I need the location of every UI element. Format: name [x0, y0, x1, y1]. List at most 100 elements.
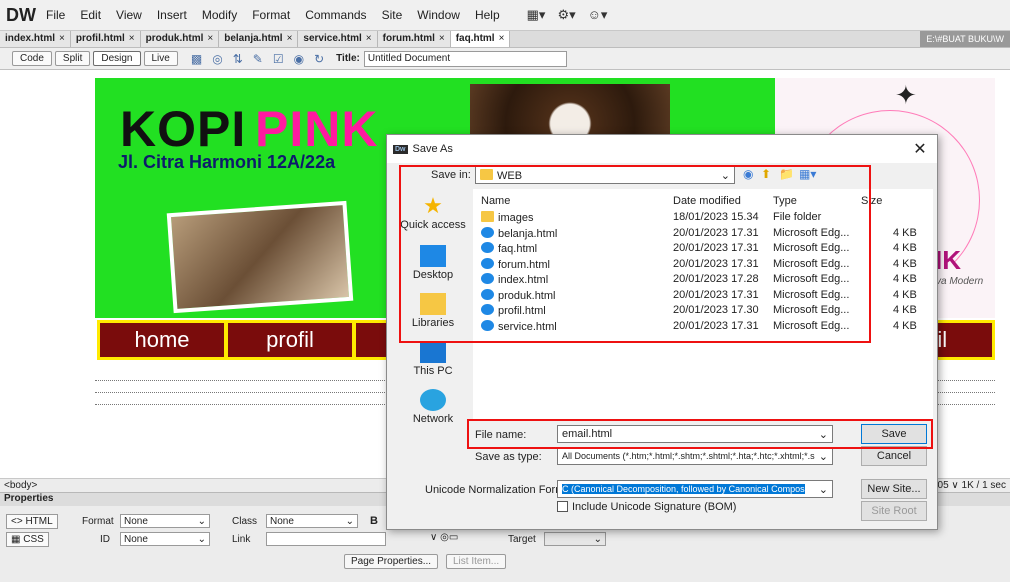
target-select[interactable]: ⌄	[544, 532, 606, 546]
class-select-value: None	[270, 515, 294, 527]
css-tab-label: CSS	[23, 534, 44, 545]
close-icon[interactable]: ×	[207, 33, 213, 44]
menu-edit[interactable]: Edit	[80, 8, 101, 22]
bold-button[interactable]: B	[370, 515, 378, 527]
file-size-text: 4 KB	[893, 273, 917, 285]
users-icon[interactable]: ☺▾	[588, 7, 608, 23]
document-tabs: index.html × profil.html × produk.html × be…	[0, 30, 1010, 48]
chevron-down-icon: ⌄	[818, 483, 828, 496]
chevron-down-icon: ⌄	[345, 515, 354, 527]
tab-profil[interactable]: profil.html ×	[70, 31, 141, 47]
tag-selector[interactable]: <body>	[4, 480, 37, 491]
place-network[interactable]: Network	[395, 389, 471, 425]
file-management-icon[interactable]: ⇅	[233, 52, 243, 66]
chevron-down-icon: ⌄	[197, 533, 206, 545]
css-properties-tab[interactable]: ▦ CSS	[6, 532, 49, 547]
design-view-button[interactable]: Design	[93, 51, 141, 66]
format-select[interactable]: None ⌄	[120, 514, 210, 528]
preview-icon[interactable]: ◎	[212, 52, 222, 66]
link-input[interactable]	[266, 532, 386, 546]
bom-checkbox[interactable]: Include Unicode Signature (BOM)	[557, 501, 736, 513]
close-icon[interactable]: ×	[287, 33, 293, 44]
link-label: Link	[232, 534, 251, 545]
validate-icon[interactable]: ☑	[273, 52, 284, 66]
nav-home[interactable]: home	[100, 323, 224, 357]
menu-commands[interactable]: Commands	[305, 8, 366, 22]
brand-title-pink: PINK	[255, 101, 379, 157]
link-controls-icon[interactable]: ∨ ◎▭	[430, 532, 458, 543]
tab-service[interactable]: service.html ×	[298, 31, 378, 47]
highlight-box-file-name	[467, 419, 933, 449]
list-item-button[interactable]: List Item...	[446, 554, 507, 569]
unicode-form-value: C (Canonical Decomposition, followed by …	[562, 484, 805, 494]
tab-belanja[interactable]: belanja.html ×	[219, 31, 299, 47]
menu-modify[interactable]: Modify	[202, 8, 237, 22]
menu-format[interactable]: Format	[252, 8, 290, 22]
file-size: 4 KB	[893, 273, 917, 285]
split-view-button[interactable]: Split	[54, 51, 91, 66]
close-icon[interactable]: ×	[439, 33, 445, 44]
brand-address: Jl. Citra Harmoni 12A/22a	[118, 152, 336, 172]
html-properties-tab[interactable]: <> HTML	[6, 514, 58, 529]
chevron-down-icon: ⌄	[818, 450, 828, 463]
tab-label: produk.html	[145, 33, 204, 44]
menu-help[interactable]: Help	[475, 8, 500, 22]
file-size-text: 4 KB	[893, 304, 917, 316]
computer-icon	[420, 341, 446, 363]
tab-label: profil.html	[75, 33, 125, 44]
menu-window[interactable]: Window	[417, 8, 460, 22]
id-label: ID	[100, 534, 110, 545]
tab-faq[interactable]: faq.html ×	[450, 31, 511, 47]
site-root-button[interactable]: Site Root	[861, 501, 927, 521]
save-as-dialog: Dw Save As ✕ Save in: WEB ⌄ ◉ ⬆ 📁 ▦▾ ★ Q…	[386, 134, 938, 530]
menu-file[interactable]: File	[46, 8, 65, 22]
place-label: Network	[412, 413, 454, 425]
place-label: This PC	[413, 365, 453, 377]
code-view-button[interactable]: Code	[12, 51, 52, 66]
nav-profil[interactable]: profil	[228, 323, 352, 357]
tab-produk[interactable]: produk.html ×	[140, 31, 220, 47]
layout-icon[interactable]: ▦▾	[527, 7, 546, 23]
menu-site[interactable]: Site	[382, 8, 403, 22]
menu-view[interactable]: View	[116, 8, 142, 22]
check-browser-icon[interactable]: ◉	[294, 52, 304, 66]
cancel-button[interactable]: Cancel	[861, 446, 927, 466]
dreamweaver-icon: Dw	[393, 144, 408, 154]
coffee-table-photo	[166, 200, 354, 314]
id-select-value: None	[124, 533, 148, 545]
close-icon[interactable]: ×	[499, 33, 505, 44]
brand-title-kopi: KOPI	[120, 101, 247, 157]
id-select[interactable]: None ⌄	[120, 532, 210, 546]
document-title-input[interactable]: Untitled Document	[363, 50, 567, 67]
save-type-select[interactable]: All Documents (*.htm;*.html;*.shtm;*.sht…	[557, 447, 833, 465]
close-icon[interactable]: ×	[59, 33, 65, 44]
chevron-down-icon: ⌄	[593, 533, 602, 545]
visual-aids-icon[interactable]: ✎	[253, 52, 263, 66]
multiscreen-icon[interactable]: ▩	[191, 52, 202, 66]
close-dialog-button[interactable]: ✕	[909, 139, 931, 159]
brand-right-text: IK	[935, 245, 961, 275]
tab-label: service.html	[303, 33, 362, 44]
format-label: Format	[82, 516, 114, 527]
close-icon[interactable]: ×	[366, 33, 372, 44]
page-properties-button[interactable]: Page Properties...	[344, 554, 439, 569]
chevron-down-icon: ⌄	[197, 515, 206, 527]
save-type-label: Save as type:	[475, 451, 542, 463]
file-size-text: 4 KB	[893, 226, 917, 239]
close-icon[interactable]: ×	[129, 33, 135, 44]
checkbox-box[interactable]	[557, 501, 568, 512]
file-size-text: 4 KB	[893, 242, 917, 254]
menu-insert[interactable]: Insert	[157, 8, 187, 22]
file-size-text: 4 KB	[893, 288, 917, 301]
tab-index[interactable]: index.html ×	[0, 31, 71, 47]
tab-label: faq.html	[455, 33, 495, 44]
class-select[interactable]: None ⌄	[266, 514, 358, 528]
refresh-icon[interactable]: ↻	[314, 52, 324, 66]
place-this-pc[interactable]: This PC	[395, 341, 471, 377]
new-site-button[interactable]: New Site...	[861, 479, 927, 499]
gear-icon[interactable]: ⚙▾	[557, 7, 575, 23]
unicode-form-select[interactable]: C (Canonical Decomposition, followed by …	[557, 480, 833, 498]
sparkle-icon: ✦	[895, 80, 917, 110]
tab-forum[interactable]: forum.html ×	[377, 31, 451, 47]
live-view-button[interactable]: Live	[143, 51, 178, 66]
